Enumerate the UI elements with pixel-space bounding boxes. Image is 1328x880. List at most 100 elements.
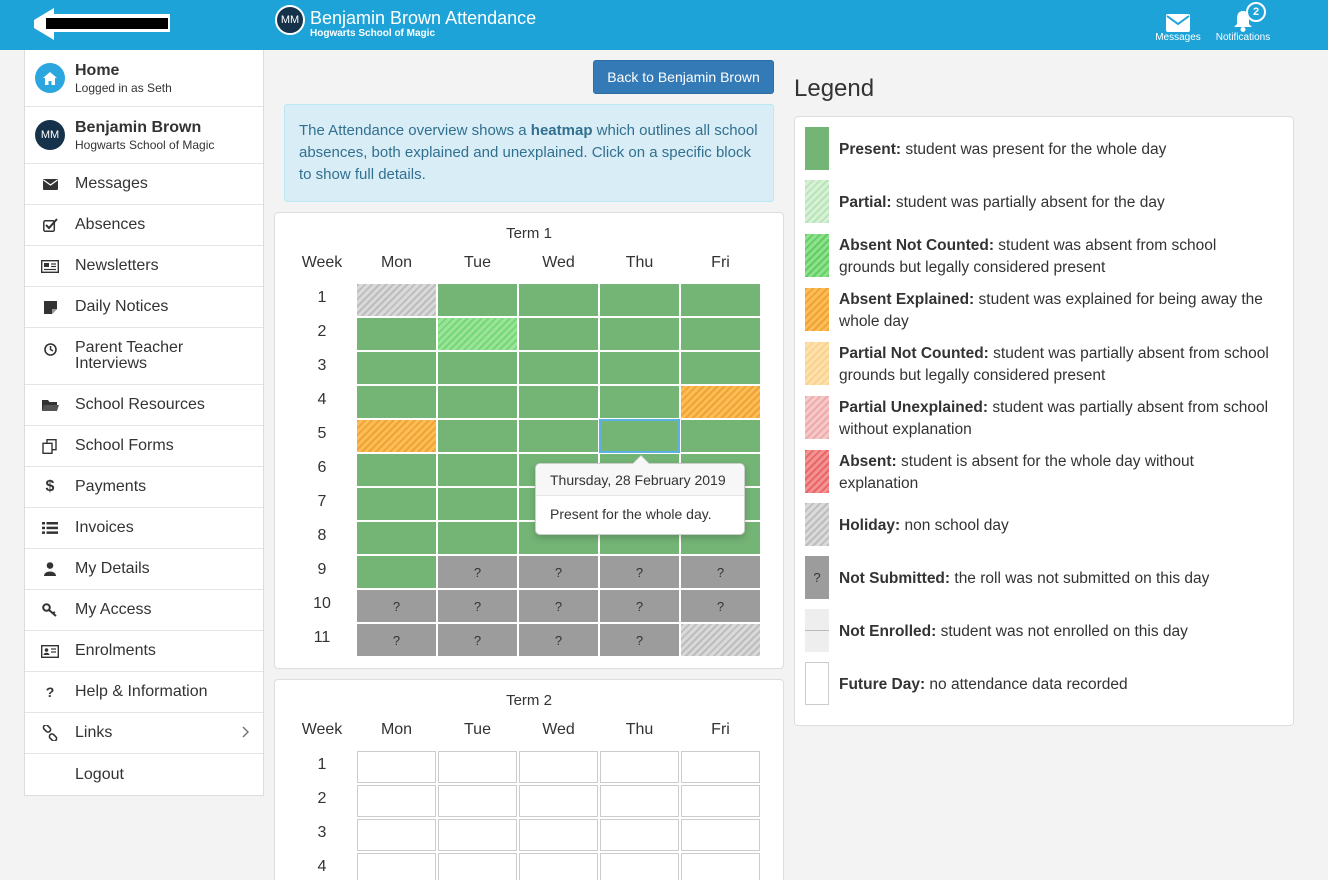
- sidebar-item-enrolments[interactable]: Enrolments: [25, 631, 263, 672]
- sidebar-item-school-forms[interactable]: School Forms: [25, 426, 263, 467]
- sidebar-item-newsletters[interactable]: Newsletters: [25, 246, 263, 287]
- attendance-cell[interactable]: [519, 751, 598, 783]
- sidebar-item-links[interactable]: Links: [25, 713, 263, 754]
- attendance-cell[interactable]: [600, 853, 679, 880]
- sidebar-item-label: Parent Teacher Interviews: [75, 339, 184, 372]
- sidebar-item-parent-teacher-interviews[interactable]: Parent Teacher Interviews: [25, 328, 263, 385]
- attendance-cell[interactable]: ?: [357, 590, 436, 622]
- attendance-cell[interactable]: [357, 819, 436, 851]
- sidebar-item-my-details[interactable]: My Details: [25, 549, 263, 590]
- attendance-cell[interactable]: [599, 419, 680, 453]
- attendance-cell[interactable]: [519, 386, 598, 418]
- sidebar-item-absences[interactable]: Absences: [25, 205, 263, 246]
- attendance-cell[interactable]: [438, 522, 517, 554]
- attendance-cell[interactable]: ?: [438, 556, 517, 588]
- sidebar-item-label: School Resources: [75, 396, 205, 413]
- attendance-cell[interactable]: ?: [519, 624, 598, 656]
- legend-text: Holiday: non school day: [839, 515, 1269, 537]
- legend-text: Partial: student was partially absent fo…: [839, 192, 1269, 214]
- sidebar-item-invoices[interactable]: Invoices: [25, 508, 263, 549]
- student-name: Benjamin Brown: [75, 118, 202, 136]
- attendance-cell[interactable]: [681, 284, 760, 316]
- attendance-cell[interactable]: ?: [438, 590, 517, 622]
- sidebar-item-label: Enrolments: [75, 642, 156, 659]
- attendance-cell[interactable]: [681, 352, 760, 384]
- attendance-cell[interactable]: ?: [681, 556, 760, 588]
- attendance-cell[interactable]: [600, 819, 679, 851]
- sidebar-item-student[interactable]: MM Benjamin Brown Hogwarts School of Mag…: [25, 107, 263, 164]
- attendance-cell[interactable]: [357, 853, 436, 880]
- attendance-cell[interactable]: ?: [600, 624, 679, 656]
- attendance-cell[interactable]: [519, 420, 598, 452]
- attendance-cell[interactable]: [519, 785, 598, 817]
- attendance-cell[interactable]: [600, 751, 679, 783]
- attendance-cell[interactable]: [681, 420, 760, 452]
- legend-description: non school day: [900, 517, 1009, 534]
- attendance-cell[interactable]: [600, 386, 679, 418]
- attendance-cell[interactable]: [438, 386, 517, 418]
- attendance-cell[interactable]: [600, 352, 679, 384]
- attendance-cell[interactable]: [681, 751, 760, 783]
- attendance-cell[interactable]: [438, 454, 517, 486]
- attendance-cell[interactable]: [438, 284, 517, 316]
- back-to-student-button[interactable]: Back to Benjamin Brown: [593, 60, 774, 94]
- attendance-cell[interactable]: [357, 454, 436, 486]
- attendance-cell[interactable]: [519, 819, 598, 851]
- app-logo[interactable]: [32, 8, 172, 40]
- attendance-cell[interactable]: [357, 751, 436, 783]
- attendance-cell[interactable]: [600, 284, 679, 316]
- attendance-cell[interactable]: [681, 386, 760, 418]
- attendance-cell[interactable]: [438, 352, 517, 384]
- attendance-cell[interactable]: [438, 785, 517, 817]
- attendance-cell[interactable]: [357, 420, 436, 452]
- legend-text: Not Submitted: the roll was not submitte…: [839, 568, 1269, 590]
- notifications-button[interactable]: 2 Notifications: [1210, 2, 1276, 43]
- attendance-cell[interactable]: [357, 488, 436, 520]
- attendance-cell[interactable]: [357, 352, 436, 384]
- attendance-cell[interactable]: [357, 318, 436, 350]
- attendance-cell[interactable]: ?: [600, 556, 679, 588]
- attendance-cell[interactable]: [357, 522, 436, 554]
- attendance-cell[interactable]: [681, 318, 760, 350]
- sidebar-item-logout[interactable]: Logout: [25, 754, 263, 795]
- sidebar-item-school-resources[interactable]: School Resources: [25, 385, 263, 426]
- attendance-cell[interactable]: ?: [519, 556, 598, 588]
- attendance-cell[interactable]: [438, 488, 517, 520]
- attendance-cell[interactable]: ?: [519, 590, 598, 622]
- day-header-tue: Tue: [464, 721, 491, 738]
- attendance-cell[interactable]: [681, 853, 760, 880]
- notification-count-badge: 2: [1246, 2, 1266, 22]
- legend-swatch: [805, 396, 829, 439]
- sidebar-item-messages[interactable]: Messages: [25, 164, 263, 205]
- sidebar-item-home[interactable]: Home Logged in as Seth: [25, 50, 263, 107]
- sidebar-item-help[interactable]: ? Help & Information: [25, 672, 263, 713]
- attendance-cell[interactable]: [438, 751, 517, 783]
- attendance-cell[interactable]: [519, 352, 598, 384]
- attendance-cell[interactable]: [357, 785, 436, 817]
- sidebar-item-my-access[interactable]: My Access: [25, 590, 263, 631]
- attendance-cell[interactable]: ?: [600, 590, 679, 622]
- attendance-cell[interactable]: [519, 318, 598, 350]
- attendance-cell[interactable]: [438, 420, 517, 452]
- attendance-cell[interactable]: [519, 284, 598, 316]
- attendance-cell[interactable]: ?: [438, 624, 517, 656]
- attendance-cell[interactable]: [438, 318, 517, 350]
- week-number: 2: [317, 790, 327, 807]
- attendance-cell[interactable]: [438, 853, 517, 880]
- attendance-cell[interactable]: [681, 624, 760, 656]
- day-header-wed: Wed: [542, 721, 575, 738]
- attendance-cell[interactable]: [519, 853, 598, 880]
- attendance-cell[interactable]: [357, 556, 436, 588]
- attendance-cell[interactable]: ?: [681, 590, 760, 622]
- sidebar-item-daily-notices[interactable]: Daily Notices: [25, 287, 263, 328]
- attendance-cell[interactable]: [600, 318, 679, 350]
- attendance-cell[interactable]: [681, 819, 760, 851]
- attendance-cell[interactable]: [357, 284, 436, 316]
- messages-button[interactable]: Messages: [1152, 6, 1204, 43]
- attendance-cell[interactable]: [438, 819, 517, 851]
- sidebar-item-payments[interactable]: $ Payments: [25, 467, 263, 508]
- attendance-cell[interactable]: [681, 785, 760, 817]
- attendance-cell[interactable]: [357, 386, 436, 418]
- attendance-cell[interactable]: ?: [357, 624, 436, 656]
- attendance-cell[interactable]: [600, 785, 679, 817]
